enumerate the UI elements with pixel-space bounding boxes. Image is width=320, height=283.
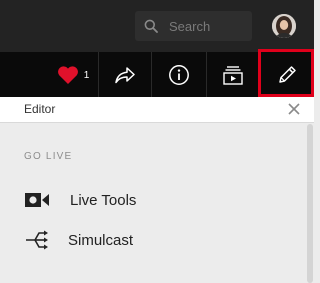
collections-button[interactable] bbox=[207, 52, 259, 97]
close-icon[interactable] bbox=[287, 102, 301, 116]
editor-panel-header: Editor bbox=[0, 97, 314, 123]
menu-item-label: Live Tools bbox=[70, 191, 137, 209]
collections-icon bbox=[223, 65, 243, 85]
camera-icon bbox=[25, 193, 49, 207]
edit-button-highlight bbox=[258, 49, 314, 97]
top-navigation-bar bbox=[0, 0, 314, 52]
section-label-go-live: GO LIVE bbox=[24, 151, 73, 162]
info-icon bbox=[169, 64, 189, 85]
avatar-image bbox=[272, 14, 296, 38]
search-icon bbox=[144, 19, 158, 33]
share-icon bbox=[115, 66, 135, 83]
heart-icon bbox=[57, 65, 78, 84]
menu-item-label: Simulcast bbox=[68, 231, 134, 249]
search-box[interactable] bbox=[135, 11, 252, 41]
info-button[interactable] bbox=[152, 52, 206, 97]
like-count: 1 bbox=[83, 69, 90, 81]
menu-item-simulcast[interactable]: Simulcast bbox=[0, 224, 305, 256]
avatar[interactable] bbox=[272, 14, 296, 38]
panel-scrollbar[interactable] bbox=[307, 124, 313, 283]
search-input[interactable] bbox=[169, 11, 249, 41]
simulcast-icon bbox=[26, 230, 48, 250]
like-button[interactable]: 1 bbox=[48, 52, 98, 97]
share-button[interactable] bbox=[99, 52, 151, 97]
menu-item-live-tools[interactable]: Live Tools bbox=[0, 184, 305, 216]
panel-title: Editor bbox=[24, 102, 56, 116]
